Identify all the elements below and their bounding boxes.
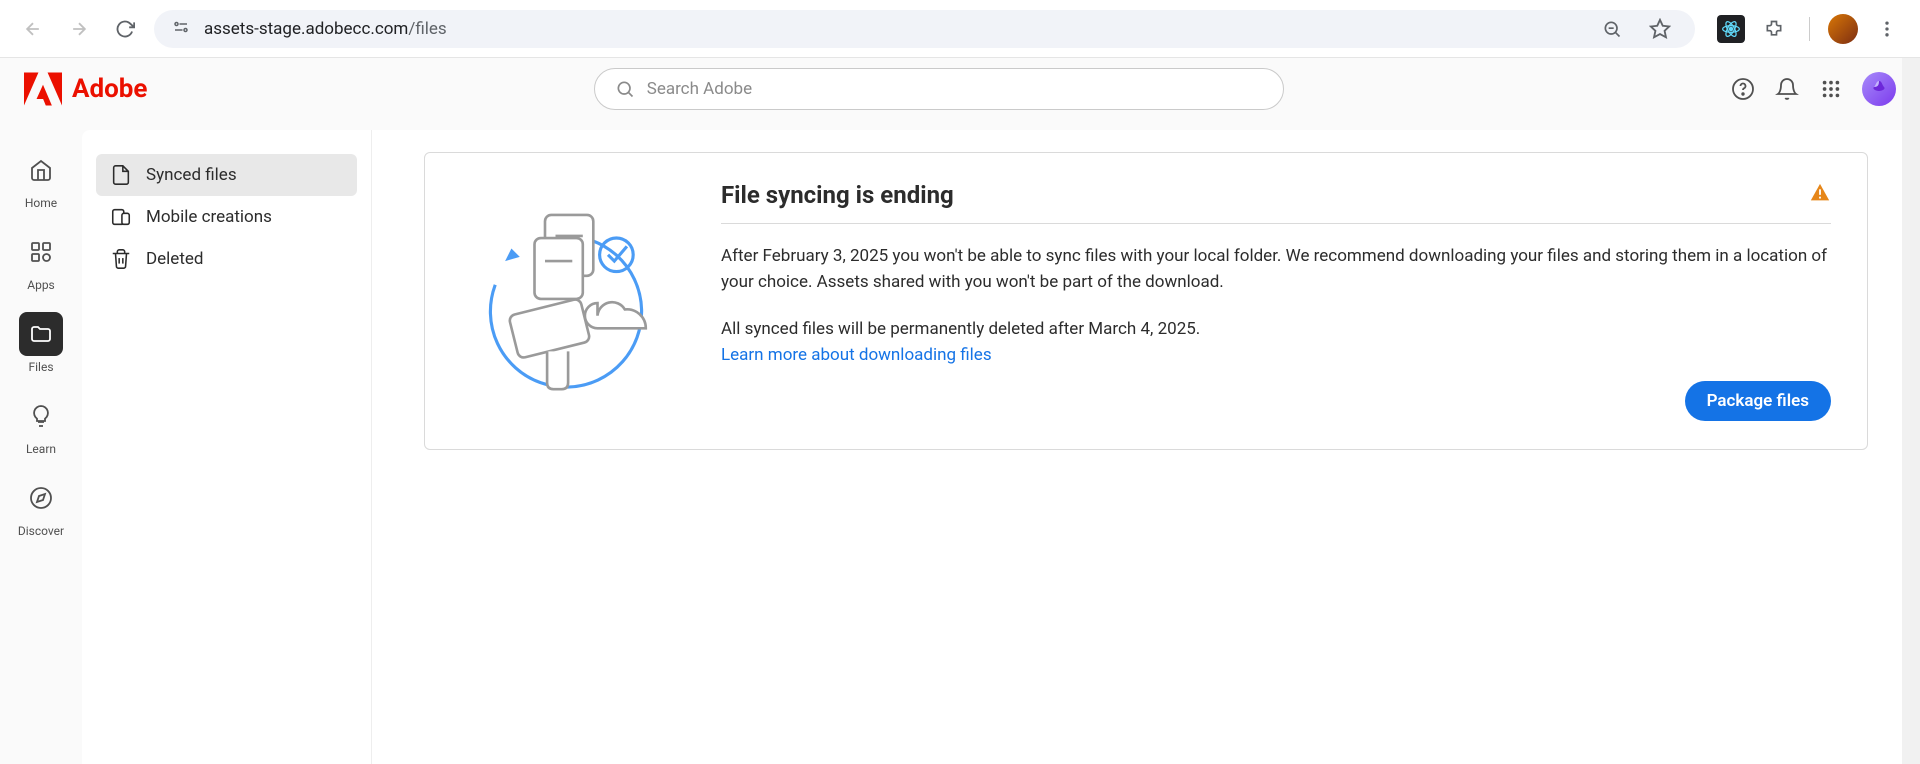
search-icon (615, 79, 635, 99)
rail-label: Files (28, 360, 53, 374)
package-files-button[interactable]: Package files (1685, 381, 1831, 421)
rail-label: Learn (26, 442, 56, 456)
left-rail: Home Apps Files Learn Discover (0, 120, 82, 764)
search-box[interactable] (594, 68, 1284, 110)
sidebar-item-synced-files[interactable]: Synced files (96, 154, 357, 196)
adobe-logo[interactable]: Adobe (24, 72, 147, 106)
reload-button[interactable] (108, 12, 142, 46)
back-button[interactable] (16, 12, 50, 46)
react-devtools-icon[interactable] (1717, 15, 1745, 43)
notice-paragraph-1: After February 3, 2025 you won't be able… (721, 244, 1831, 295)
notice-title: File syncing is ending (721, 181, 954, 209)
rail-item-home[interactable]: Home (19, 148, 63, 210)
home-icon (19, 148, 63, 192)
rail-label: Home (25, 196, 57, 210)
file-icon (110, 164, 132, 186)
sidebar-item-deleted[interactable]: Deleted (96, 238, 357, 280)
chrome-menu-icon[interactable] (1870, 12, 1904, 46)
zoom-icon[interactable] (1595, 12, 1629, 46)
sidebar-item-label: Mobile creations (146, 207, 272, 227)
search-input[interactable] (647, 79, 1263, 99)
learn-more-link[interactable]: Learn more about downloading files (721, 345, 992, 365)
extensions-icon[interactable] (1757, 12, 1791, 46)
search-container (594, 68, 1284, 110)
rail-item-discover[interactable]: Discover (18, 476, 64, 538)
apps-icon (19, 230, 63, 274)
browser-toolbar: assets-stage.adobecc.com/files (0, 0, 1920, 58)
app-header: Adobe (0, 58, 1920, 120)
notice-body: File syncing is ending After February 3,… (721, 181, 1831, 421)
devices-icon (110, 206, 132, 228)
url-host: assets-stage.adobecc.com (204, 19, 408, 39)
notifications-icon[interactable] (1774, 76, 1800, 102)
rail-item-files[interactable]: Files (19, 312, 63, 374)
illustration (461, 181, 671, 421)
rail-item-apps[interactable]: Apps (19, 230, 63, 292)
adobe-wordmark: Adobe (72, 74, 147, 104)
sync-ending-notice: File syncing is ending After February 3,… (424, 152, 1868, 450)
forward-button[interactable] (62, 12, 96, 46)
help-icon[interactable] (1730, 76, 1756, 102)
adobe-mark-icon (24, 72, 62, 106)
header-actions (1730, 72, 1896, 106)
folder-icon (19, 312, 63, 356)
scrollbar[interactable] (1902, 58, 1920, 764)
user-avatar[interactable] (1862, 72, 1896, 106)
url-path: /files (408, 19, 446, 39)
learn-icon (19, 394, 63, 438)
rail-item-learn[interactable]: Learn (19, 394, 63, 456)
sidebar-item-label: Deleted (146, 249, 203, 269)
apps-grid-icon[interactable] (1818, 76, 1844, 102)
files-sidebar: Synced files Mobile creations Deleted (82, 130, 372, 764)
bookmark-icon[interactable] (1643, 12, 1677, 46)
main-layout: Home Apps Files Learn Discover (0, 120, 1920, 764)
rail-label: Discover (18, 524, 64, 538)
content-area: File syncing is ending After February 3,… (372, 130, 1920, 764)
notice-paragraph-2: All synced files will be permanently del… (721, 317, 1831, 343)
url-text: assets-stage.adobecc.com/files (204, 19, 1581, 39)
sidebar-item-label: Synced files (146, 165, 237, 185)
rail-label: Apps (27, 278, 55, 292)
sidebar-item-mobile-creations[interactable]: Mobile creations (96, 196, 357, 238)
chrome-profile-avatar[interactable] (1828, 14, 1858, 44)
compass-icon (19, 476, 63, 520)
warning-icon (1809, 182, 1831, 208)
trash-icon (110, 248, 132, 270)
separator (1809, 17, 1810, 41)
site-settings-icon[interactable] (172, 18, 190, 40)
address-bar[interactable]: assets-stage.adobecc.com/files (154, 10, 1695, 48)
